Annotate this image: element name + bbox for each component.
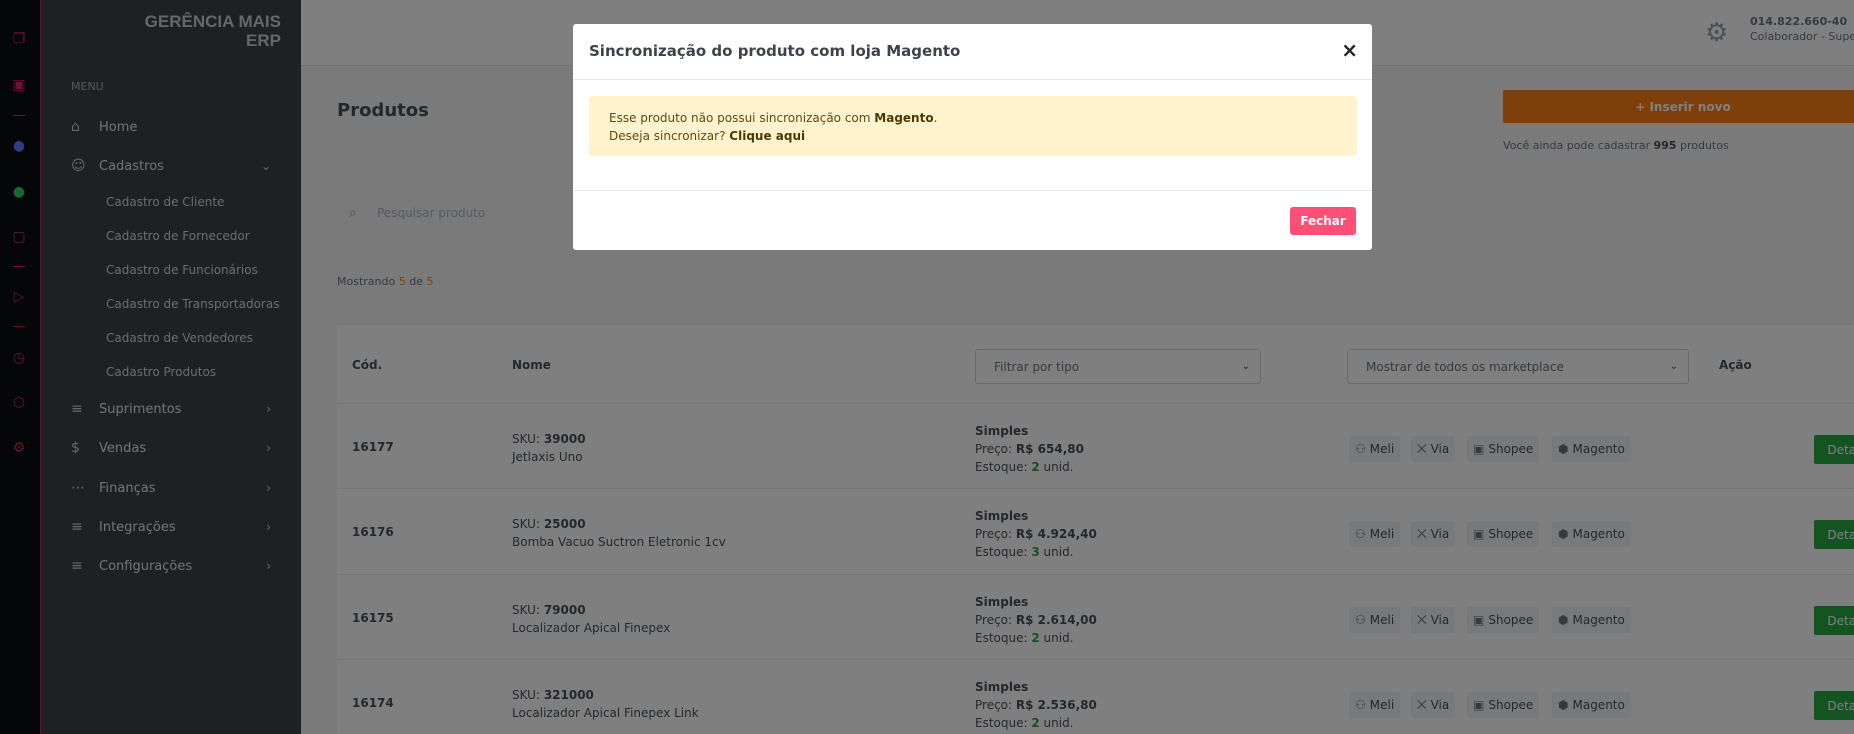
close-button[interactable]: Fechar [1290,207,1356,235]
modal-footer: Fechar [573,190,1372,250]
alert-store-name: Magento [874,111,934,125]
modal-header: Sincronização do produto com loja Magent… [573,24,1372,80]
modal-title: Sincronização do produto com loja Magent… [589,42,961,60]
sync-link[interactable]: Clique aqui [729,129,805,143]
alert-suffix: . [933,111,938,125]
alert-message: Esse produto não possui sincronização co… [609,111,875,125]
sync-modal: Sincronização do produto com loja Magent… [573,24,1372,250]
sync-alert: Esse produto não possui sincronização co… [589,96,1357,156]
close-icon[interactable]: × [1341,38,1358,62]
alert-question: Deseja sincronizar? [609,129,730,143]
